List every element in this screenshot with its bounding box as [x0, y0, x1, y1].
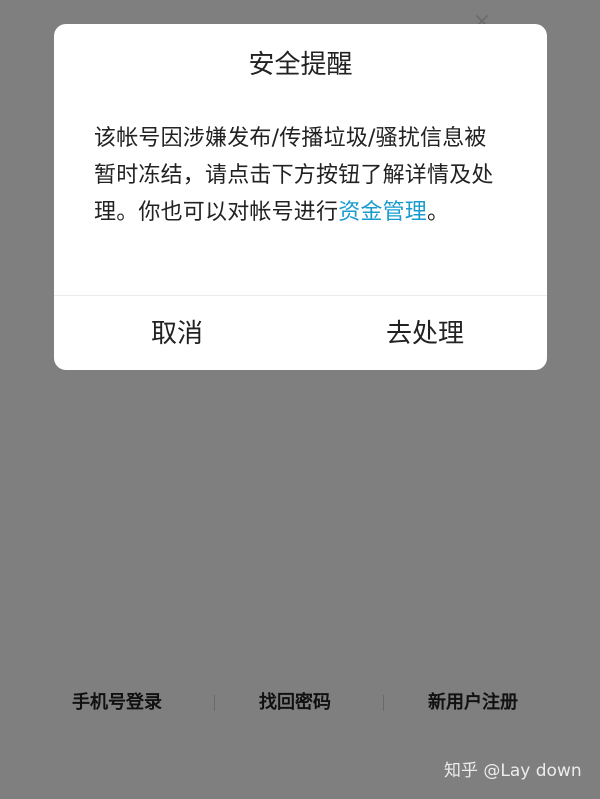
dialog-message-end: 。 [427, 200, 450, 225]
dialog-title: 安全提醒 [248, 50, 353, 80]
fund-management-link[interactable]: 资金管理 [338, 200, 427, 225]
dialog-message: 该帐号因涉嫌发布/传播垃圾/骚扰信息被暂时冻结，请点击下方按钮了解详情及处理。你… [94, 120, 508, 231]
new-user-register-link[interactable]: 新用户注册 [428, 688, 518, 718]
handle-button[interactable]: 去处理 [370, 312, 480, 356]
separator [214, 695, 215, 711]
watermark: 知乎 @Lay down [444, 761, 582, 781]
cancel-button[interactable]: 取消 [127, 312, 227, 356]
security-alert-dialog: 安全提醒 该帐号因涉嫌发布/传播垃圾/骚扰信息被暂时冻结，请点击下方按钮了解详情… [54, 24, 547, 370]
find-password-link[interactable]: 找回密码 [259, 688, 331, 718]
dialog-divider [54, 295, 547, 296]
separator [383, 695, 384, 711]
phone-login-link[interactable]: 手机号登录 [72, 688, 162, 718]
bottom-links: 手机号登录 找回密码 新用户注册 [0, 688, 600, 718]
